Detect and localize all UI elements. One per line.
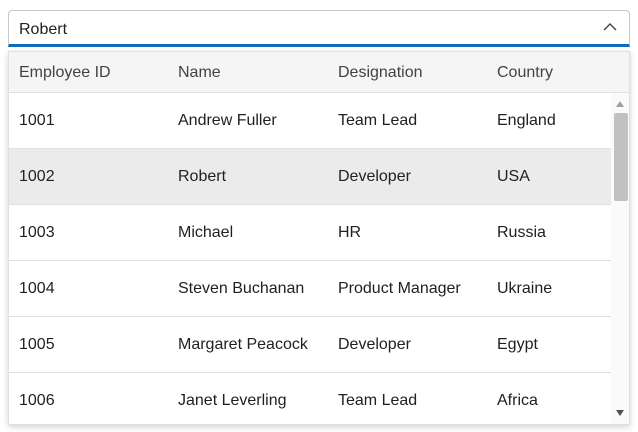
cell-employee-id: 1005 — [19, 336, 55, 353]
table-row[interactable]: 1004 Steven Buchanan Product Manager Ukr… — [9, 261, 611, 317]
chevron-up-icon[interactable] — [603, 22, 617, 32]
header-designation: Designation — [338, 64, 423, 81]
cell-designation: Product Manager — [338, 280, 461, 297]
header-name: Name — [178, 64, 221, 81]
table-row[interactable]: 1003 Michael HR Russia — [9, 205, 611, 261]
scroll-down-arrow-icon[interactable] — [616, 410, 624, 416]
header-employee-id: Employee ID — [19, 64, 111, 81]
cell-employee-id: 1006 — [19, 392, 55, 409]
grid-header: Employee ID Name Designation Country — [9, 52, 629, 93]
cell-name: Janet Leverling — [178, 392, 287, 409]
employee-dropdown[interactable]: Robert — [8, 10, 630, 47]
cell-country: Africa — [497, 392, 538, 409]
cell-country: USA — [497, 168, 530, 185]
table-row[interactable]: 1006 Janet Leverling Team Lead Africa — [9, 373, 611, 424]
table-row[interactable]: 1001 Andrew Fuller Team Lead England — [9, 93, 611, 149]
cell-country: England — [497, 112, 556, 129]
cell-designation: Team Lead — [338, 112, 418, 129]
cell-designation: HR — [338, 224, 362, 241]
scroll-up-arrow-icon[interactable] — [616, 101, 624, 107]
scrollbar-thumb[interactable] — [614, 113, 628, 201]
cell-name: Margaret Peacock — [178, 336, 308, 353]
table-row-selected[interactable]: 1002 Robert Developer USA — [9, 149, 611, 205]
cell-country: Egypt — [497, 336, 538, 353]
cell-name: Steven Buchanan — [178, 280, 305, 297]
cell-employee-id: 1004 — [19, 280, 55, 297]
cell-country: Ukraine — [497, 280, 553, 297]
cell-designation: Developer — [338, 168, 411, 185]
cell-designation: Team Lead — [338, 392, 418, 409]
cell-name: Michael — [178, 224, 234, 241]
cell-designation: Developer — [338, 336, 411, 353]
cell-employee-id: 1002 — [19, 168, 55, 185]
vertical-scrollbar[interactable] — [611, 93, 629, 424]
dropdown-popup-grid: Employee ID Name Designation Country 100… — [8, 51, 630, 425]
table-row[interactable]: 1005 Margaret Peacock Developer Egypt — [9, 317, 611, 373]
header-country: Country — [497, 64, 554, 81]
grid-rows: 1001 Andrew Fuller Team Lead England 100… — [9, 93, 611, 424]
cell-employee-id: 1001 — [19, 112, 55, 129]
dropdown-selected-value: Robert — [19, 21, 68, 38]
cell-employee-id: 1003 — [19, 224, 55, 241]
cell-name: Andrew Fuller — [178, 112, 277, 129]
cell-country: Russia — [497, 224, 546, 241]
cell-name: Robert — [178, 168, 227, 185]
